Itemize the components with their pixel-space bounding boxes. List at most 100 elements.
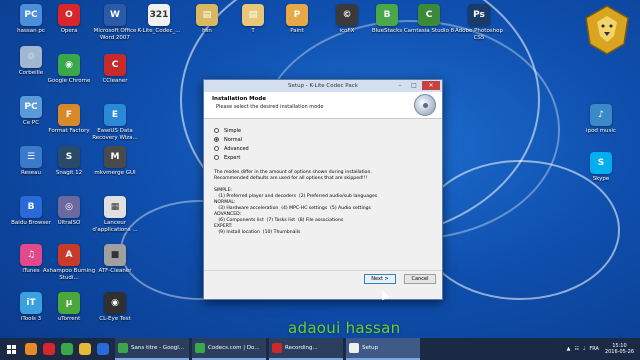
taskbar-pinned-app[interactable] — [76, 338, 94, 360]
desktop-icon[interactable]: S Skype — [572, 152, 630, 200]
desktop-icon-label: ipod music — [586, 128, 616, 134]
app-icon: ♲ — [20, 46, 42, 68]
desktop-icon-label: CL-Eye Test — [99, 316, 131, 322]
watermark-text: adaoui hassan — [288, 319, 401, 337]
next-button[interactable]: Next > — [364, 274, 396, 284]
app-icon: P — [286, 4, 308, 26]
dialog-title: Setup - K-Lite Codec Pack — [288, 83, 358, 89]
page-title: Installation Mode — [212, 96, 267, 102]
clock[interactable]: 15:10 2016-05-26 — [605, 343, 634, 356]
app-icon: S — [590, 152, 612, 174]
taskbar-task-label: Recording... — [285, 345, 318, 351]
desktop-icon-label: EaseUS Data Recovery Wiza... — [92, 128, 138, 141]
disc-icon — [414, 94, 436, 116]
app-icon: E — [104, 104, 126, 126]
app-icon: ♪ — [590, 104, 612, 126]
app-icon: ◎ — [58, 196, 80, 218]
page-subtitle: Please select the desired installation m… — [216, 104, 324, 110]
radio-button[interactable] — [214, 146, 219, 151]
app-icon: PC — [20, 96, 42, 118]
desktop-icon[interactable]: E EaseUS Data Recovery Wiza... — [86, 104, 144, 152]
radio-label: Simple — [224, 127, 242, 134]
desktop-icon[interactable]: ◉ CL-Eye Test — [86, 292, 144, 340]
desktop-icon[interactable]: Ps Adobe Photoshop CS5 — [450, 4, 508, 52]
radio-button[interactable] — [214, 155, 219, 160]
taskbar-pinned-app[interactable] — [40, 338, 58, 360]
desktop-icon[interactable]: Mmkvmerge GUI — [86, 146, 144, 194]
app-icon: S — [58, 146, 80, 168]
mode-description: The modes differ in the amount of option… — [214, 170, 372, 181]
taskbar-task-label: Sans titre - Googl... — [131, 345, 185, 351]
app-icon: ♫ — [20, 244, 42, 266]
app-icon: © — [336, 4, 358, 26]
cancel-button[interactable]: Cancel — [404, 274, 436, 284]
windows-logo-icon — [6, 344, 16, 354]
taskbar-task[interactable]: Setup — [346, 338, 420, 360]
app-icon: F — [58, 104, 80, 126]
radio-label: Expert — [224, 154, 241, 161]
taskbar-task-label: Codecs.com | Do... — [208, 345, 260, 351]
radio-label: Normal — [224, 136, 243, 143]
app-icon: ◉ — [104, 292, 126, 314]
start-button[interactable] — [0, 338, 22, 360]
taskbar-pinned-app[interactable] — [94, 338, 112, 360]
taskbar-task-label: Setup — [362, 345, 379, 351]
radio-button[interactable] — [214, 128, 219, 133]
radio-label: Advanced — [224, 145, 249, 152]
desktop-icon[interactable]: ■ ATF-Cleaner — [86, 244, 144, 292]
app-icon: ▦ — [104, 196, 126, 218]
dialog-body: Simple Normal Advanced Expert The modes … — [204, 119, 442, 288]
app-icon: C — [104, 54, 126, 76]
mode-option-simple[interactable]: Simple — [214, 126, 432, 135]
app-icon: B — [20, 196, 42, 218]
dialog-titlebar[interactable]: Setup - K-Lite Codec Pack – □ ✕ — [204, 80, 442, 92]
clock-date: 2016-05-26 — [604, 349, 634, 355]
app-icon: ☰ — [20, 146, 42, 168]
app-icon — [97, 343, 109, 355]
desktop-icon-label: Lanceur d'applications ... — [92, 220, 138, 233]
radio-button[interactable] — [214, 137, 219, 142]
app-icon — [61, 343, 73, 355]
app-icon: B — [376, 4, 398, 26]
desktop-icon[interactable]: ▦ Lanceur d'applications ... — [86, 196, 144, 244]
desktop-icon[interactable]: C CCleaner — [86, 54, 144, 102]
desktop-icon-label: ATF-Cleaner — [98, 268, 132, 274]
app-icon — [195, 343, 205, 353]
taskbar-task[interactable]: Sans titre - Googl... — [115, 338, 189, 360]
desktop-icon-label: Adobe Photoshop CS5 — [454, 28, 504, 41]
taskbar-pinned-app[interactable] — [22, 338, 40, 360]
app-icon — [118, 343, 128, 353]
app-icon: W — [104, 4, 126, 26]
tray-arrow-icon[interactable]: ▲ — [567, 346, 571, 352]
desktop-icon-label: mkvmerge GUI — [94, 170, 136, 176]
volume-icon[interactable]: ♩ — [583, 346, 585, 352]
maximize-icon[interactable]: □ — [408, 81, 420, 90]
desktop-icon-label: Skype — [592, 176, 610, 182]
network-icon[interactable]: ☷ — [575, 346, 579, 352]
app-icon: ▤ — [196, 4, 218, 26]
mode-option-advanced[interactable]: Advanced — [214, 144, 432, 153]
taskbar-task[interactable]: Codecs.com | Do... — [192, 338, 266, 360]
taskbar: Sans titre - Googl... Codecs.com | Do... R… — [0, 338, 640, 360]
language-indicator[interactable]: FRA — [589, 346, 599, 352]
app-icon — [349, 343, 359, 353]
taskbar-pinned-app[interactable] — [58, 338, 76, 360]
close-icon[interactable]: ✕ — [422, 81, 440, 90]
desktop-icon[interactable]: ♪ ipod music — [572, 104, 630, 152]
app-icon — [79, 343, 91, 355]
app-icon — [272, 343, 282, 353]
minimize-icon[interactable]: – — [394, 81, 406, 90]
app-icon: ▤ — [242, 4, 264, 26]
mode-option-normal[interactable]: Normal — [214, 135, 432, 144]
app-icon: C — [418, 4, 440, 26]
taskbar-task[interactable]: Recording... — [269, 338, 343, 360]
app-icon: ■ — [104, 244, 126, 266]
mode-details: SIMPLE: (1) Preferred player and decoder… — [214, 188, 378, 235]
app-icon: µ — [58, 292, 80, 314]
dialog-header: Installation Mode Please select the desi… — [204, 92, 442, 119]
app-icon: 321 — [148, 4, 170, 26]
system-tray: ▲ ☷ ♩ FRA 15:10 2016-05-26 — [563, 338, 634, 360]
app-icon: Ps — [468, 4, 490, 26]
mode-option-expert[interactable]: Expert — [214, 153, 432, 162]
dialog-footer: Next > Cancel — [204, 270, 442, 288]
